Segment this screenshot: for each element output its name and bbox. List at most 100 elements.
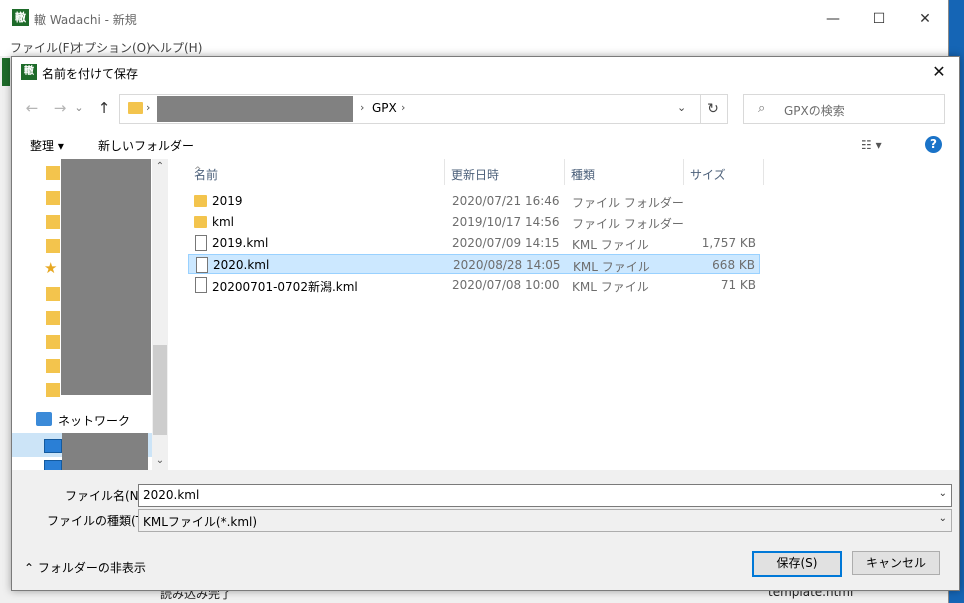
chevron-down-icon[interactable]: ⌄ — [677, 101, 686, 114]
folder-icon[interactable] — [46, 191, 60, 205]
list-item[interactable]: 20200701-0702新潟.kml 2020/07/08 10:00 KML… — [188, 275, 760, 295]
file-name: 2020.kml — [213, 258, 270, 272]
column-header-type[interactable]: 種類 — [565, 159, 684, 185]
hide-folders-button[interactable]: ⌃ フォルダーの非表示 — [24, 559, 146, 576]
new-folder-button[interactable]: 新しいフォルダー — [98, 137, 194, 154]
filetype-select[interactable]: KMLファイル(*.kml) ⌄ — [138, 509, 952, 532]
file-type: ファイル フォルダー — [572, 196, 684, 210]
file-name: kml — [212, 215, 234, 229]
folder-icon[interactable] — [46, 239, 60, 253]
view-options-icon[interactable]: ☷ ▾ — [861, 138, 882, 152]
star-icon[interactable]: ★ — [44, 259, 57, 277]
sidebar-item-network[interactable]: ネットワーク — [12, 409, 152, 431]
app-toolbar-accent — [2, 58, 10, 86]
sort-ascending-icon: ^ — [194, 166, 202, 176]
filetype-label: ファイルの種類(T): — [47, 514, 152, 528]
file-type: KML ファイル — [573, 260, 650, 274]
back-arrow-icon[interactable]: ← — [22, 98, 42, 118]
close-window-button[interactable]: ✕ — [902, 6, 948, 32]
scrollbar-thumb[interactable] — [153, 345, 167, 435]
breadcrumb-separator: › — [360, 101, 365, 114]
file-size: 1,757 KB — [701, 236, 756, 250]
folder-icon[interactable] — [46, 287, 60, 301]
chevron-down-icon[interactable]: ⌄ — [939, 513, 947, 524]
command-bar: 整理 ▾ 新しいフォルダー ☷ ▾ ? — [12, 129, 959, 159]
search-placeholder: GPXの検索 — [784, 104, 845, 118]
folder-icon[interactable] — [46, 215, 60, 229]
sidebar-item-label: ネットワーク — [58, 414, 131, 428]
file-icon — [195, 235, 207, 251]
network-icon — [36, 412, 52, 426]
column-header-size[interactable]: サイズ — [684, 159, 764, 185]
address-bar[interactable]: › › GPX › ⌄ — [119, 94, 701, 124]
column-date-label: 更新日時 — [451, 168, 500, 182]
maximize-button[interactable]: ☐ — [856, 6, 902, 32]
list-item[interactable]: 2019 2020/07/21 16:46 ファイル フォルダー — [188, 191, 760, 211]
folder-icon[interactable] — [46, 166, 60, 180]
refresh-icon[interactable]: ↻ — [699, 94, 728, 124]
redacted-path — [157, 96, 353, 122]
filename-value: 2020.kml — [143, 488, 200, 502]
filename-field[interactable]: 2020.kml ⌄ — [138, 484, 952, 507]
menu-options[interactable]: オプション(O) — [72, 39, 151, 56]
file-icon — [195, 277, 207, 293]
save-as-dialog: 轍 名前を付けて保存 ✕ ← → ⌄ ↑ › › GPX › ⌄ ↻ ⌕ GPX… — [11, 56, 960, 591]
redacted-folder-names — [61, 159, 151, 395]
main-window-title: 轍 Wadachi - 新規 — [34, 13, 137, 27]
file-date: 2019/10/17 14:56 — [452, 215, 560, 229]
filetype-value: KMLファイル(*.kml) — [143, 515, 258, 529]
folder-icon[interactable] — [46, 359, 60, 373]
recent-locations-icon[interactable]: ⌄ — [72, 98, 86, 118]
menu-bar: ファイル(F) オプション(O) ヘルプ(H) — [0, 36, 948, 56]
file-date: 2020/07/08 10:00 — [452, 278, 560, 292]
list-item-selected[interactable]: 2020.kml 2020/08/28 14:05 KML ファイル 668 K… — [188, 254, 760, 274]
column-header-name[interactable]: 名前 ^ — [188, 159, 445, 185]
help-icon[interactable]: ? — [925, 136, 942, 153]
computer-icon[interactable] — [44, 439, 62, 453]
redacted-device-names — [62, 433, 148, 470]
folder-icon[interactable] — [46, 383, 60, 397]
app-icon: 轍 — [12, 9, 29, 26]
folder-icon — [194, 216, 207, 228]
file-name: 2019.kml — [212, 236, 269, 250]
scroll-down-icon[interactable]: ⌄ — [152, 455, 168, 466]
minimize-button[interactable]: — — [810, 6, 856, 32]
folder-icon[interactable] — [46, 311, 60, 325]
list-item[interactable]: kml 2019/10/17 14:56 ファイル フォルダー — [188, 212, 760, 232]
file-size: 71 KB — [720, 278, 756, 292]
breadcrumb-separator: › — [401, 101, 406, 114]
dialog-title: 名前を付けて保存 — [42, 67, 139, 81]
scroll-up-icon[interactable]: ⌃ — [152, 161, 168, 172]
folder-icon — [194, 195, 207, 207]
forward-arrow-icon[interactable]: → — [50, 98, 70, 118]
organize-button[interactable]: 整理 ▾ — [30, 137, 64, 154]
navigation-pane: ★ ネットワーク — [12, 159, 168, 474]
file-date: 2020/07/21 16:46 — [452, 194, 560, 208]
file-type: ファイル フォルダー — [572, 217, 684, 231]
navigation-bar: ← → ⌄ ↑ › › GPX › ⌄ ↻ ⌕ GPXの検索 — [12, 87, 959, 129]
breadcrumb-gpx[interactable]: GPX — [372, 101, 397, 115]
file-name: 20200701-0702新潟.kml — [212, 280, 358, 294]
sidebar-scrollbar[interactable]: ⌃ ⌄ — [152, 159, 168, 470]
menu-file[interactable]: ファイル(F) — [10, 39, 74, 56]
column-header-date[interactable]: 更新日時 — [445, 159, 565, 185]
save-button[interactable]: 保存(S) — [752, 551, 842, 577]
file-list: 名前 ^ 更新日時 種類 サイズ 2019 2020/07/21 16:46 フ… — [168, 159, 959, 470]
dialog-close-button[interactable]: ✕ — [919, 57, 959, 87]
cancel-button[interactable]: キャンセル — [852, 551, 940, 575]
chevron-down-icon[interactable]: ⌄ — [939, 488, 947, 499]
dialog-title-bar: 轍 名前を付けて保存 ✕ — [12, 57, 959, 87]
list-item[interactable]: 2019.kml 2020/07/09 14:15 KML ファイル 1,757… — [188, 233, 760, 253]
search-input[interactable]: ⌕ GPXの検索 — [743, 94, 945, 124]
folder-icon[interactable] — [46, 335, 60, 349]
up-arrow-icon[interactable]: ↑ — [94, 98, 114, 118]
save-options-panel: ファイル名(N): 2020.kml ⌄ ファイルの種類(T): KMLファイル… — [12, 470, 959, 590]
file-date: 2020/07/09 14:15 — [452, 236, 560, 250]
search-icon: ⌕ — [758, 101, 766, 116]
file-type: KML ファイル — [572, 280, 649, 294]
dialog-app-icon: 轍 — [21, 64, 37, 80]
column-size-label: サイズ — [690, 168, 726, 182]
filename-label: ファイル名(N): — [65, 489, 148, 503]
menu-help[interactable]: ヘルプ(H) — [148, 39, 202, 56]
file-type: KML ファイル — [572, 238, 649, 252]
